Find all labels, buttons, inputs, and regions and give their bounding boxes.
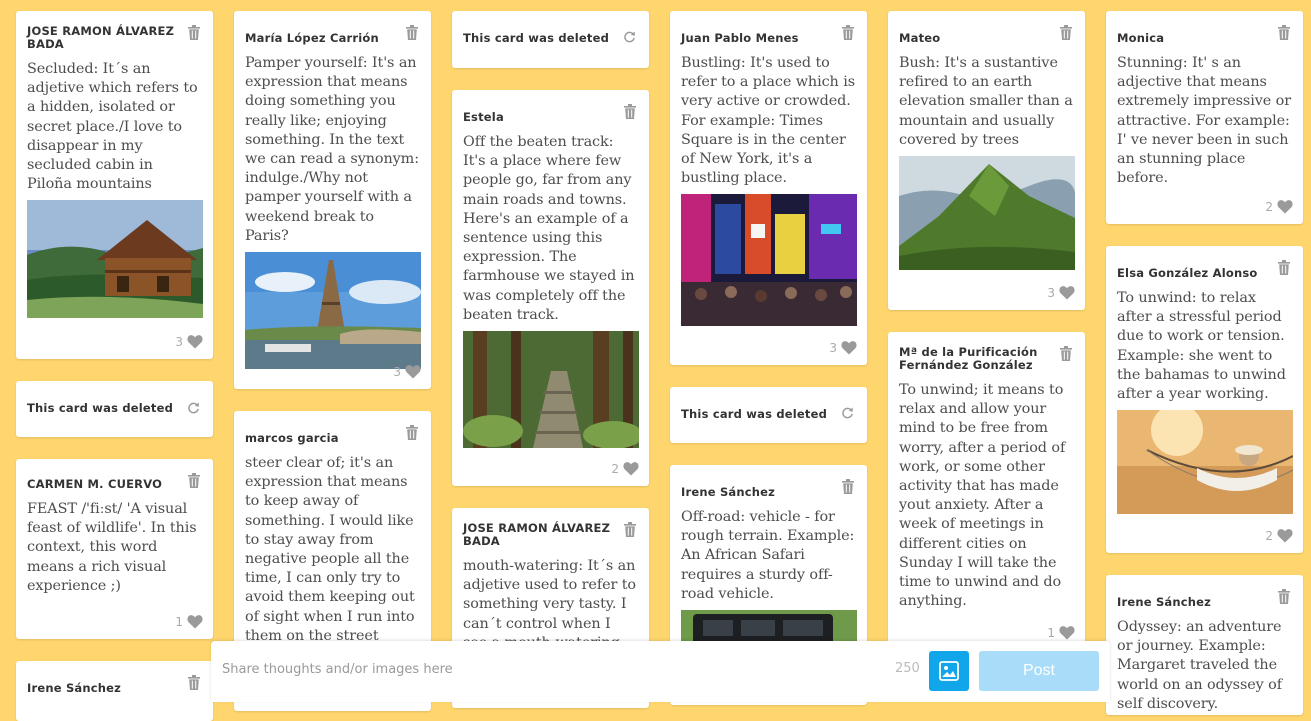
- like-counter[interactable]: 2: [1265, 199, 1293, 214]
- refresh-icon[interactable]: [841, 406, 854, 419]
- refresh-icon[interactable]: [623, 30, 636, 43]
- trash-icon[interactable]: [1278, 260, 1290, 275]
- card-text: steer clear of; it's an expression that …: [245, 455, 415, 644]
- trash-icon[interactable]: [188, 675, 200, 690]
- like-count: 3: [175, 334, 183, 349]
- post-card[interactable]: Elsa González Alonso To unwind: to relax…: [1106, 246, 1303, 553]
- card-author: Estela: [463, 110, 504, 124]
- post-card[interactable]: JOSE RAMON ÁLVAREZ BADA Secluded: It´s a…: [16, 11, 213, 359]
- like-count: 2: [1265, 199, 1273, 214]
- heart-icon[interactable]: [841, 340, 857, 355]
- card-author: Irene Sánchez: [681, 485, 776, 499]
- card-author: María López Carrión: [245, 31, 379, 45]
- deleted-card: This card was deleted: [16, 381, 213, 437]
- character-counter: 250: [895, 661, 920, 676]
- heart-icon[interactable]: [187, 334, 203, 349]
- like-count: 2: [611, 461, 619, 476]
- like-counter[interactable]: 2: [1265, 528, 1293, 543]
- card-text: Bustling: It's used to refer to a place …: [681, 55, 855, 187]
- card-author: CARMEN M. CUERVO: [27, 477, 163, 491]
- deleted-card-label: This card was deleted: [463, 31, 610, 45]
- trash-icon[interactable]: [842, 25, 854, 40]
- card-image: [681, 194, 857, 327]
- card-image: [463, 331, 639, 449]
- post-card[interactable]: Mª de la Purificación Fernández González…: [888, 332, 1085, 650]
- card-author: JOSE RAMON ÁLVAREZ BADA: [463, 521, 611, 548]
- post-card[interactable]: Irene Sánchez: [16, 661, 213, 721]
- heart-icon[interactable]: [1059, 625, 1075, 640]
- refresh-icon[interactable]: [187, 401, 200, 414]
- card-image: [1117, 410, 1293, 515]
- add-image-button[interactable]: [929, 651, 969, 691]
- card-text: Off-road: vehicle - for rough terrain. E…: [681, 509, 855, 602]
- like-counter[interactable]: 3: [1047, 285, 1075, 300]
- trash-icon[interactable]: [188, 473, 200, 488]
- heart-icon[interactable]: [1059, 285, 1075, 300]
- composer-bar: 250 Post: [211, 641, 1110, 702]
- post-card[interactable]: Monica Stunning: It' s an adjective that…: [1106, 11, 1303, 224]
- card-author: Irene Sánchez: [1117, 595, 1212, 609]
- post-button[interactable]: Post: [979, 651, 1099, 691]
- post-card[interactable]: Juan Pablo Menes Bustling: It's used to …: [670, 11, 867, 365]
- compose-input[interactable]: [211, 641, 881, 697]
- image-icon: [939, 661, 959, 681]
- card-author: JOSE RAMON ÁLVAREZ BADA: [27, 24, 175, 51]
- deleted-card-label: This card was deleted: [27, 401, 174, 415]
- deleted-card-label: This card was deleted: [681, 407, 828, 421]
- post-card[interactable]: María López Carrión Pamper yourself: It'…: [234, 11, 431, 389]
- card-text: To unwind; it means to relax and allow y…: [899, 382, 1066, 610]
- card-author: marcos garcia: [245, 431, 339, 445]
- deleted-card: This card was deleted: [670, 387, 867, 443]
- heart-icon[interactable]: [623, 461, 639, 476]
- like-count: 2: [1265, 528, 1273, 543]
- post-card[interactable]: Irene Sánchez Odyssey: an adventure or j…: [1106, 575, 1303, 715]
- trash-icon[interactable]: [406, 425, 418, 440]
- card-author: Irene Sánchez: [27, 681, 122, 695]
- trash-icon[interactable]: [842, 479, 854, 494]
- deleted-card: This card was deleted: [452, 11, 649, 68]
- like-count: 1: [1047, 625, 1055, 640]
- like-counter[interactable]: 2: [611, 461, 639, 476]
- card-author: Elsa González Alonso: [1117, 266, 1258, 280]
- like-counter[interactable]: 3: [175, 334, 203, 349]
- trash-icon[interactable]: [406, 25, 418, 40]
- card-text: FEAST /'fiːst/ 'A visual feast of wildli…: [27, 501, 197, 594]
- trash-icon[interactable]: [1060, 25, 1072, 40]
- like-count: 3: [829, 340, 837, 355]
- like-count: 3: [1047, 285, 1055, 300]
- heart-icon[interactable]: [1277, 199, 1293, 214]
- card-image: [27, 200, 203, 319]
- card-text: Off the beaten track: It's a place where…: [463, 134, 635, 323]
- card-author: Juan Pablo Menes: [681, 31, 799, 45]
- like-count: 1: [175, 614, 183, 629]
- card-text: Stunning: It' s an adjective that means …: [1117, 55, 1291, 187]
- trash-icon[interactable]: [1278, 25, 1290, 40]
- like-counter[interactable]: 1: [1047, 625, 1075, 640]
- trash-icon[interactable]: [624, 104, 636, 119]
- like-counter[interactable]: 3: [829, 340, 857, 355]
- card-author: Mateo: [899, 31, 941, 45]
- card-author: Mª de la Purificación Fernández González: [899, 345, 1038, 372]
- card-text: To unwind: to relax after a stressful pe…: [1117, 290, 1286, 403]
- trash-icon[interactable]: [1060, 346, 1072, 361]
- trash-icon[interactable]: [188, 25, 200, 40]
- post-card[interactable]: CARMEN M. CUERVO FEAST /'fiːst/ 'A visua…: [16, 459, 213, 639]
- like-counter[interactable]: 1: [175, 614, 203, 629]
- trash-icon[interactable]: [1278, 589, 1290, 604]
- heart-icon[interactable]: [187, 614, 203, 629]
- card-text: Secluded: It´s an adjetive which refers …: [27, 61, 198, 193]
- card-text: Odyssey: an adventure or journey. Exampl…: [1117, 619, 1282, 712]
- trash-icon[interactable]: [624, 522, 636, 537]
- like-counter[interactable]: 3: [393, 364, 421, 379]
- card-text: Bush: It's a sustantive refired to an ea…: [899, 55, 1073, 148]
- card-author: Monica: [1117, 31, 1165, 45]
- post-card[interactable]: Estela Off the beaten track: It's a plac…: [452, 90, 649, 486]
- card-image: [245, 252, 421, 370]
- card-text: Pamper yourself: It's an expression that…: [245, 55, 419, 244]
- card-image: [899, 156, 1075, 271]
- post-card[interactable]: Mateo Bush: It's a sustantive refired to…: [888, 11, 1085, 310]
- heart-icon[interactable]: [1277, 528, 1293, 543]
- heart-icon[interactable]: [405, 364, 421, 379]
- like-count: 3: [393, 364, 401, 379]
